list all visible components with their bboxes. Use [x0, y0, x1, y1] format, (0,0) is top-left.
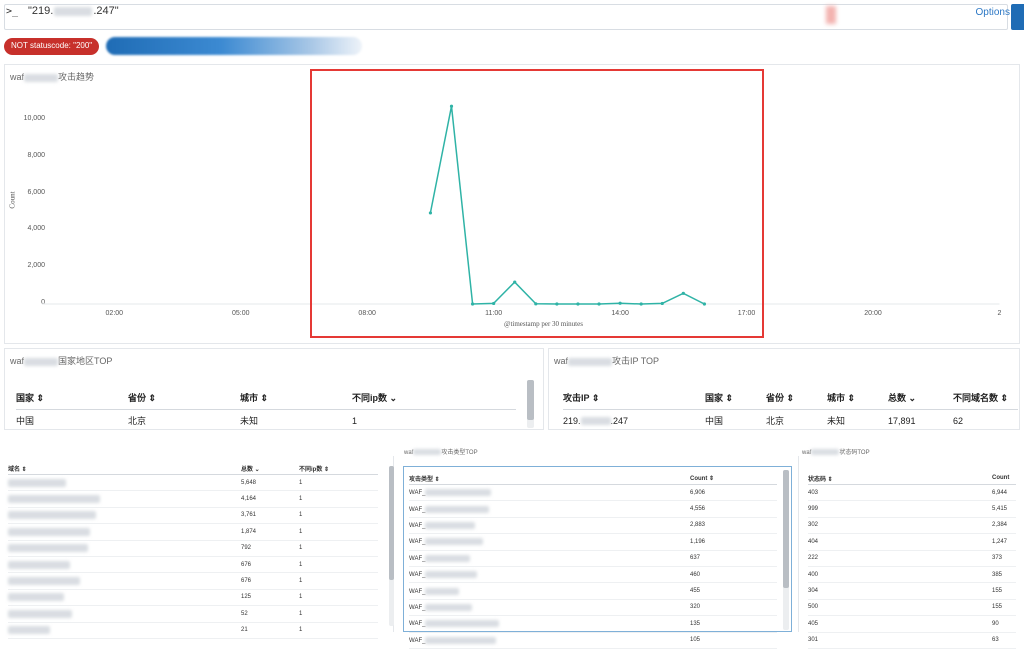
- table-row: 4,164 1: [8, 490, 378, 508]
- domain-table: 域名 ⇕ 总数 ⌄ 不同ip数 ⇕ 5,648 1 4,164 1 3,761 1 1,87…: [8, 462, 378, 639]
- status-table: 状态码 ⇕ Count 403 6,944 999 5,415 302 2,384 404 1…: [808, 472, 1016, 649]
- col-count[interactable]: Count ⇕: [690, 472, 777, 485]
- ip-panel-title: waf 攻击IP TOP: [554, 356, 660, 366]
- table-row: WAF_ 320: [409, 599, 777, 617]
- table-row: 125 1: [8, 589, 378, 607]
- table-row: 5,648 1: [8, 474, 378, 492]
- region-panel-title: waf 国家地区TOP: [10, 356, 113, 366]
- table-row: 222 373: [808, 550, 1016, 567]
- region-table: 国家 ⇕ 省份 ⇕ 城市 ⇕ 不同ip数 ⌄ 中国 北京 未知 1: [16, 389, 516, 431]
- col-city[interactable]: 城市 ⇕: [240, 389, 352, 410]
- col-country[interactable]: 国家 ⇕: [705, 389, 766, 410]
- table-row: WAF_ 135: [409, 615, 777, 633]
- table-row: 304 155: [808, 582, 1016, 600]
- col-unique-ip[interactable]: 不同ip数 ⌄: [352, 389, 516, 410]
- table-row: 52 1: [8, 605, 378, 623]
- table-row: 1,874 1: [8, 523, 378, 541]
- table-row: 219. .247 中国 北京 未知 17,891 62: [563, 415, 964, 427]
- col-total[interactable]: 总数 ⌄: [888, 389, 953, 410]
- table-row: WAF_ 455: [409, 582, 777, 600]
- table-row: 676 1: [8, 556, 378, 574]
- table-row: 500 155: [808, 599, 1016, 617]
- table-row: 3,761 1: [8, 507, 378, 525]
- region-scrollbar[interactable]: [527, 380, 534, 428]
- col-unique-ip[interactable]: 不同ip数 ⇕: [299, 462, 378, 475]
- table-row: 中国 北京 未知 1: [16, 415, 358, 427]
- col-status-code[interactable]: 状态码 ⇕: [808, 472, 992, 485]
- col-total[interactable]: 总数 ⌄: [241, 462, 299, 475]
- col-count[interactable]: Count: [992, 472, 1016, 485]
- table-row: 676 1: [8, 572, 378, 590]
- col-province[interactable]: 省份 ⇕: [766, 389, 827, 410]
- table-row: WAF_ 105: [409, 632, 777, 649]
- table-row: 302 2,384: [808, 517, 1016, 535]
- status-panel-title: waf 状态码TOP: [802, 449, 870, 456]
- table-row: 404 1,247: [808, 533, 1016, 551]
- table-row: 400 385: [808, 566, 1016, 584]
- col-province[interactable]: 省份 ⇕: [128, 389, 240, 410]
- domain-scrollbar[interactable]: [389, 466, 394, 626]
- table-row: 403 6,944: [808, 484, 1016, 502]
- attack-type-table: 攻击类型 ⇕ Count ⇕ WAF_ 6,906 WAF_ 4,556 WAF_ 2,8…: [409, 472, 777, 649]
- table-row: WAF_ 4,556: [409, 500, 777, 518]
- attack-type-scrollbar[interactable]: [783, 470, 789, 630]
- attack-type-panel-title: waf 攻击类型TOP: [404, 449, 478, 456]
- col-domain[interactable]: 域名 ⇕: [8, 462, 241, 475]
- table-row: WAF_ 2,883: [409, 517, 777, 535]
- table-row: 301 63: [808, 632, 1016, 649]
- col-unique-domains[interactable]: 不同域名数 ⇕: [953, 389, 1018, 410]
- table-row: 405 90: [808, 615, 1016, 633]
- col-attack-ip[interactable]: 攻击IP ⇕: [563, 389, 705, 410]
- table-row: WAF_ 637: [409, 550, 777, 567]
- col-city[interactable]: 城市 ⇕: [827, 389, 888, 410]
- table-row: WAF_ 6,906: [409, 484, 777, 502]
- table-row: WAF_ 460: [409, 566, 777, 584]
- attack-ip-table: 攻击IP ⇕ 国家 ⇕ 省份 ⇕ 城市 ⇕ 总数 ⌄ 不同域名数 ⇕ 219..…: [563, 389, 1018, 431]
- col-attack-type[interactable]: 攻击类型 ⇕: [409, 472, 690, 485]
- table-row: 999 5,415: [808, 500, 1016, 518]
- table-row: 21 1: [8, 622, 378, 639]
- table-row: WAF_ 1,196: [409, 533, 777, 551]
- highlight-box: [310, 69, 764, 338]
- status-panel-divider: [798, 456, 799, 632]
- table-row: 792 1: [8, 540, 378, 557]
- col-country[interactable]: 国家 ⇕: [16, 389, 128, 410]
